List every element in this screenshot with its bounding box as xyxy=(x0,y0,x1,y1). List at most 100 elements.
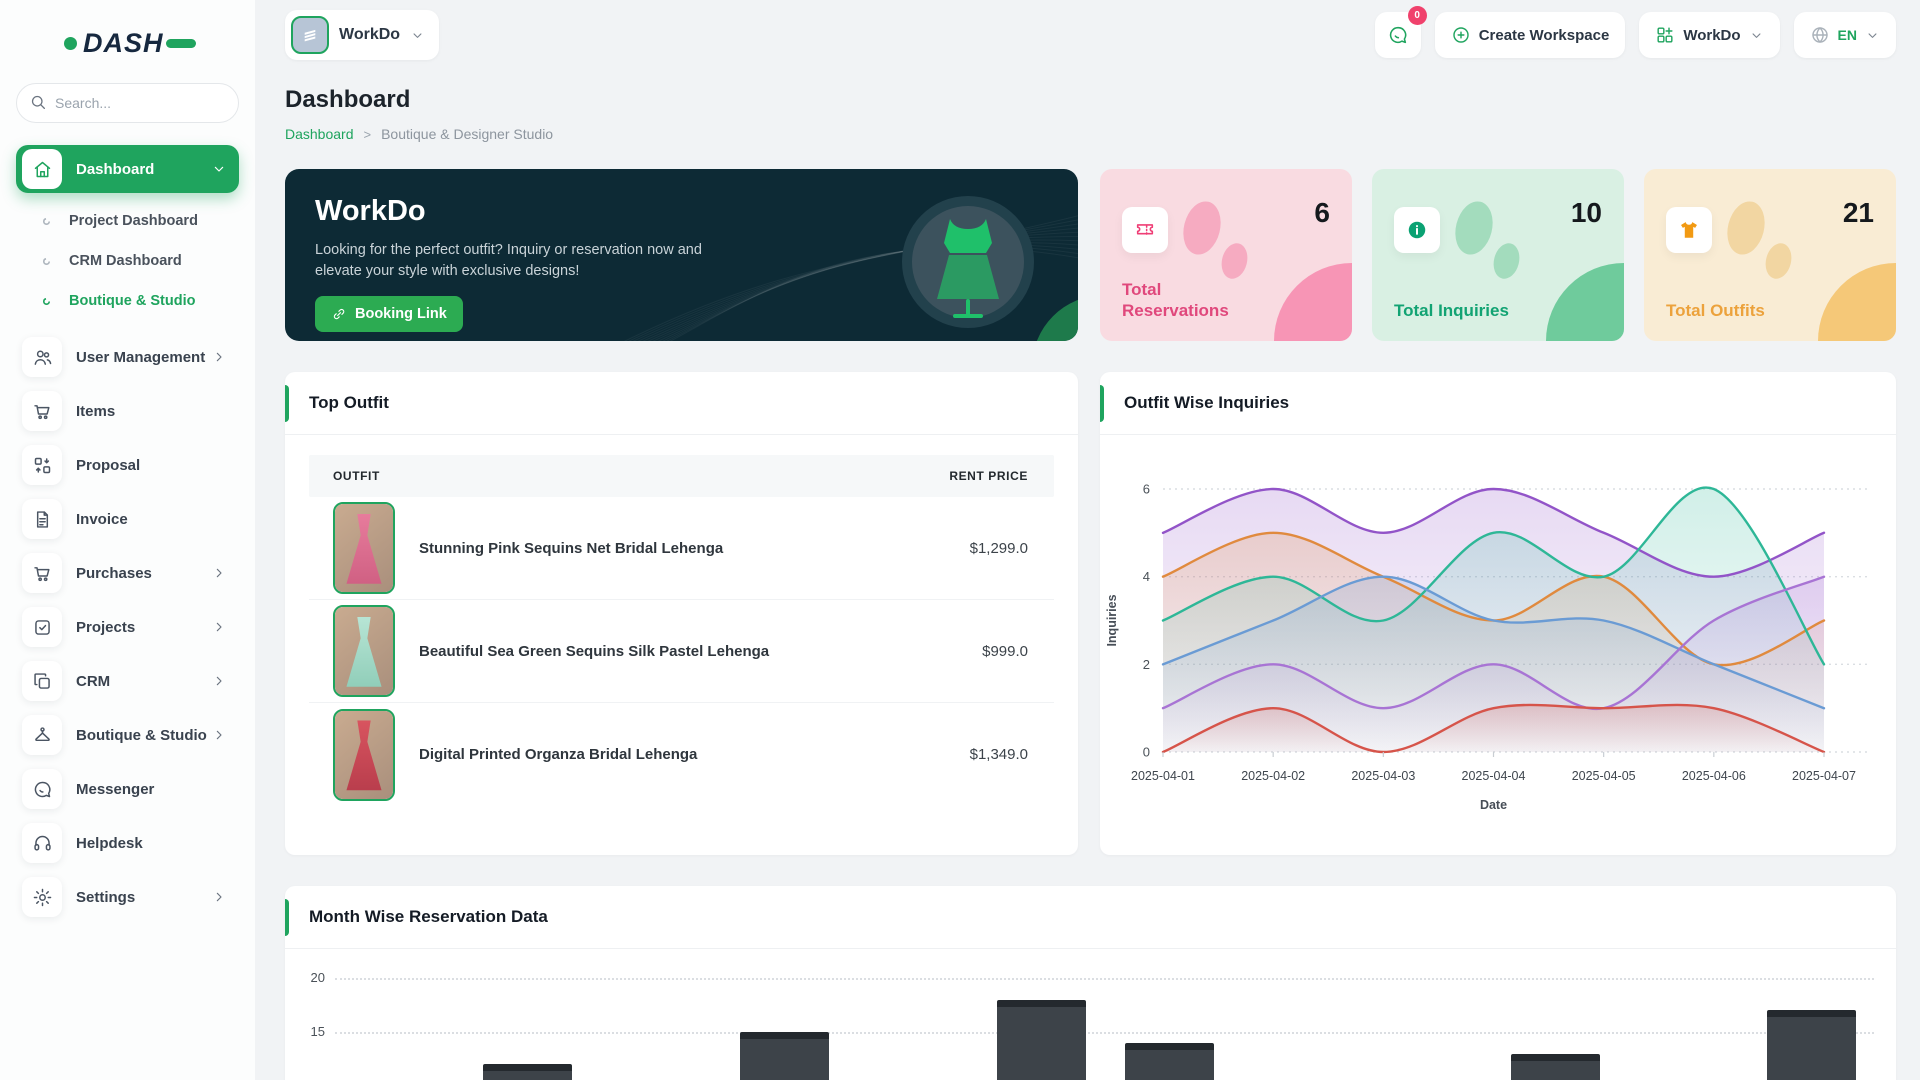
sidebar-item-label: Projects xyxy=(76,619,211,636)
svg-text:4: 4 xyxy=(1143,569,1150,584)
decorative-blob xyxy=(1450,197,1498,258)
booking-link-button[interactable]: Booking Link xyxy=(315,296,463,332)
sidebar-subitem-label: Boutique & Studio xyxy=(69,293,195,309)
sidebar-item-proposal[interactable]: Proposal xyxy=(16,441,239,489)
reservation-bar-chart: 2015 xyxy=(285,949,1896,1080)
sidebar-item-purchases[interactable]: Purchases xyxy=(16,549,239,597)
reservation-bar[interactable] xyxy=(1511,1054,1600,1080)
app-logo[interactable]: DASH xyxy=(0,18,255,73)
sidebar-subitem-label: Project Dashboard xyxy=(69,213,198,229)
outfit-name: Stunning Pink Sequins Net Bridal Lehenga xyxy=(395,540,894,557)
project-icon xyxy=(22,607,62,647)
sidebar-subitem-boutique-studio[interactable]: Boutique & Studio xyxy=(0,281,255,321)
reservation-chart-title: Month Wise Reservation Data xyxy=(309,907,548,927)
top-outfit-table: OUTFIT RENT PRICE Stunning Pink Sequins … xyxy=(285,435,1078,806)
sidebar-subitem-project-dashboard[interactable]: Project Dashboard xyxy=(0,201,255,241)
inquiries-chart-title: Outfit Wise Inquiries xyxy=(1124,393,1289,413)
messages-button[interactable]: 0 xyxy=(1375,12,1421,58)
booking-link-label: Booking Link xyxy=(355,306,447,322)
sidebar-item-projects[interactable]: Projects xyxy=(16,603,239,651)
sidebar-item-label: Helpdesk xyxy=(76,835,227,852)
svg-text:2025-04-07: 2025-04-07 xyxy=(1792,769,1856,783)
title-accent-bar xyxy=(285,899,289,936)
sidebar-item-label: Proposal xyxy=(76,457,227,474)
logo-dot xyxy=(64,37,77,50)
reservation-bar[interactable] xyxy=(1125,1043,1214,1080)
chevron-down-icon xyxy=(1749,28,1764,43)
grid-plus-icon xyxy=(1655,25,1675,45)
reservation-bar[interactable] xyxy=(1767,1010,1856,1080)
breadcrumb-link-dashboard[interactable]: Dashboard xyxy=(285,126,354,142)
sidebar-nav: Dashboard Project Dashboard CRM Dashboard B… xyxy=(0,145,255,937)
chevron-right-icon xyxy=(211,619,227,635)
chevron-down-icon xyxy=(1865,28,1880,43)
svg-text:2: 2 xyxy=(1143,657,1150,672)
sidebar-item-invoice[interactable]: Invoice xyxy=(16,495,239,543)
inquiries-line-chart: 02462025-04-012025-04-022025-04-032025-0… xyxy=(1100,435,1896,855)
workspace-selector[interactable]: WorkDo xyxy=(285,10,439,60)
reservation-bar[interactable] xyxy=(997,1000,1086,1080)
outfit-row-stunning-pink-sequins-net-bridal-lehenga[interactable]: Stunning Pink Sequins Net Bridal Lehenga… xyxy=(309,497,1054,600)
topbar-actions: 0 Create Workspace WorkDo EN xyxy=(1375,12,1896,58)
globe-icon xyxy=(1810,25,1830,45)
sidebar-item-label: Purchases xyxy=(76,565,211,582)
decorative-blob xyxy=(1178,197,1226,258)
svg-text:2025-04-02: 2025-04-02 xyxy=(1241,769,1305,783)
reservation-bar[interactable] xyxy=(483,1064,572,1080)
sidebar-item-settings[interactable]: Settings xyxy=(16,873,239,921)
proposal-icon xyxy=(22,445,62,485)
workspace-menu[interactable]: WorkDo xyxy=(1639,12,1779,58)
decorative-blob xyxy=(1218,241,1251,282)
sidebar: DASH Dashboard Project Dashboard CRM Dashb… xyxy=(0,0,255,1080)
inquiries-chart-header: Outfit Wise Inquiries xyxy=(1100,372,1896,435)
sidebar-item-crm[interactable]: CRM xyxy=(16,657,239,705)
decorative-blob xyxy=(1762,241,1795,282)
top-outfit-title: Top Outfit xyxy=(309,393,389,413)
sidebar-item-user-management[interactable]: User Management xyxy=(16,333,239,381)
corner-decoration xyxy=(1818,263,1896,341)
chevron-right-icon xyxy=(211,727,227,743)
sidebar-item-label: Dashboard xyxy=(76,161,211,178)
tshirt-icon xyxy=(1666,207,1712,253)
svg-text:Inquiries: Inquiries xyxy=(1105,594,1119,646)
ring-icon xyxy=(40,295,53,308)
chevron-right-icon xyxy=(211,349,227,365)
corner-decoration xyxy=(1274,263,1352,341)
top-outfit-card: Top Outfit OUTFIT RENT PRICE Stunning Pi… xyxy=(285,372,1078,855)
stat-value: 10 xyxy=(1571,197,1602,229)
sidebar-item-dashboard[interactable]: Dashboard xyxy=(16,145,239,193)
link-icon xyxy=(331,306,347,322)
info-icon xyxy=(1394,207,1440,253)
table-body: Stunning Pink Sequins Net Bridal Lehenga… xyxy=(309,497,1054,806)
corner-decoration xyxy=(1546,263,1624,341)
gear-icon xyxy=(22,877,62,917)
create-workspace-button[interactable]: Create Workspace xyxy=(1435,12,1626,58)
reservation-row: Month Wise Reservation Data 2015 xyxy=(285,886,1896,1080)
language-selector[interactable]: EN xyxy=(1794,12,1896,58)
search-input[interactable] xyxy=(16,83,239,123)
sidebar-item-items[interactable]: Items xyxy=(16,387,239,435)
sidebar-item-label: Messenger xyxy=(76,781,227,798)
svg-text:Date: Date xyxy=(1480,798,1507,812)
sidebar-item-label: Boutique & Studio xyxy=(76,727,211,744)
chevron-down-icon xyxy=(211,161,227,177)
sidebar-item-label: User Management xyxy=(76,349,211,366)
main-content: WorkDo 0 Create Workspace WorkDo xyxy=(255,0,1920,1080)
breadcrumb-current: Boutique & Designer Studio xyxy=(381,126,553,142)
decorative-blob xyxy=(1722,197,1770,258)
sidebar-submenu: Project Dashboard CRM Dashboard Boutique &… xyxy=(0,199,255,327)
stat-label: Total Reservations xyxy=(1122,279,1272,322)
search-icon xyxy=(29,93,47,111)
outfit-row-beautiful-sea-green-sequins-silk-pastel-lehenga[interactable]: Beautiful Sea Green Sequins Silk Pastel … xyxy=(309,600,1054,703)
sidebar-item-messenger[interactable]: Messenger xyxy=(16,765,239,813)
dress-illustration xyxy=(900,187,1036,337)
sidebar-subitem-crm-dashboard[interactable]: CRM Dashboard xyxy=(0,241,255,281)
top-outfit-header: Top Outfit xyxy=(285,372,1078,435)
stat-cards: 6Total Reservations10Total Inquiries21To… xyxy=(1100,169,1896,341)
sidebar-item-boutique-studio[interactable]: Boutique & Studio xyxy=(16,711,239,759)
reservation-bar[interactable] xyxy=(740,1032,829,1080)
sidebar-item-helpdesk[interactable]: Helpdesk xyxy=(16,819,239,867)
svg-text:2025-04-04: 2025-04-04 xyxy=(1462,769,1526,783)
outfit-row-digital-printed-organza-bridal-lehenga[interactable]: Digital Printed Organza Bridal Lehenga$1… xyxy=(309,703,1054,806)
stat-card-total-outfits: 21Total Outfits xyxy=(1644,169,1896,341)
